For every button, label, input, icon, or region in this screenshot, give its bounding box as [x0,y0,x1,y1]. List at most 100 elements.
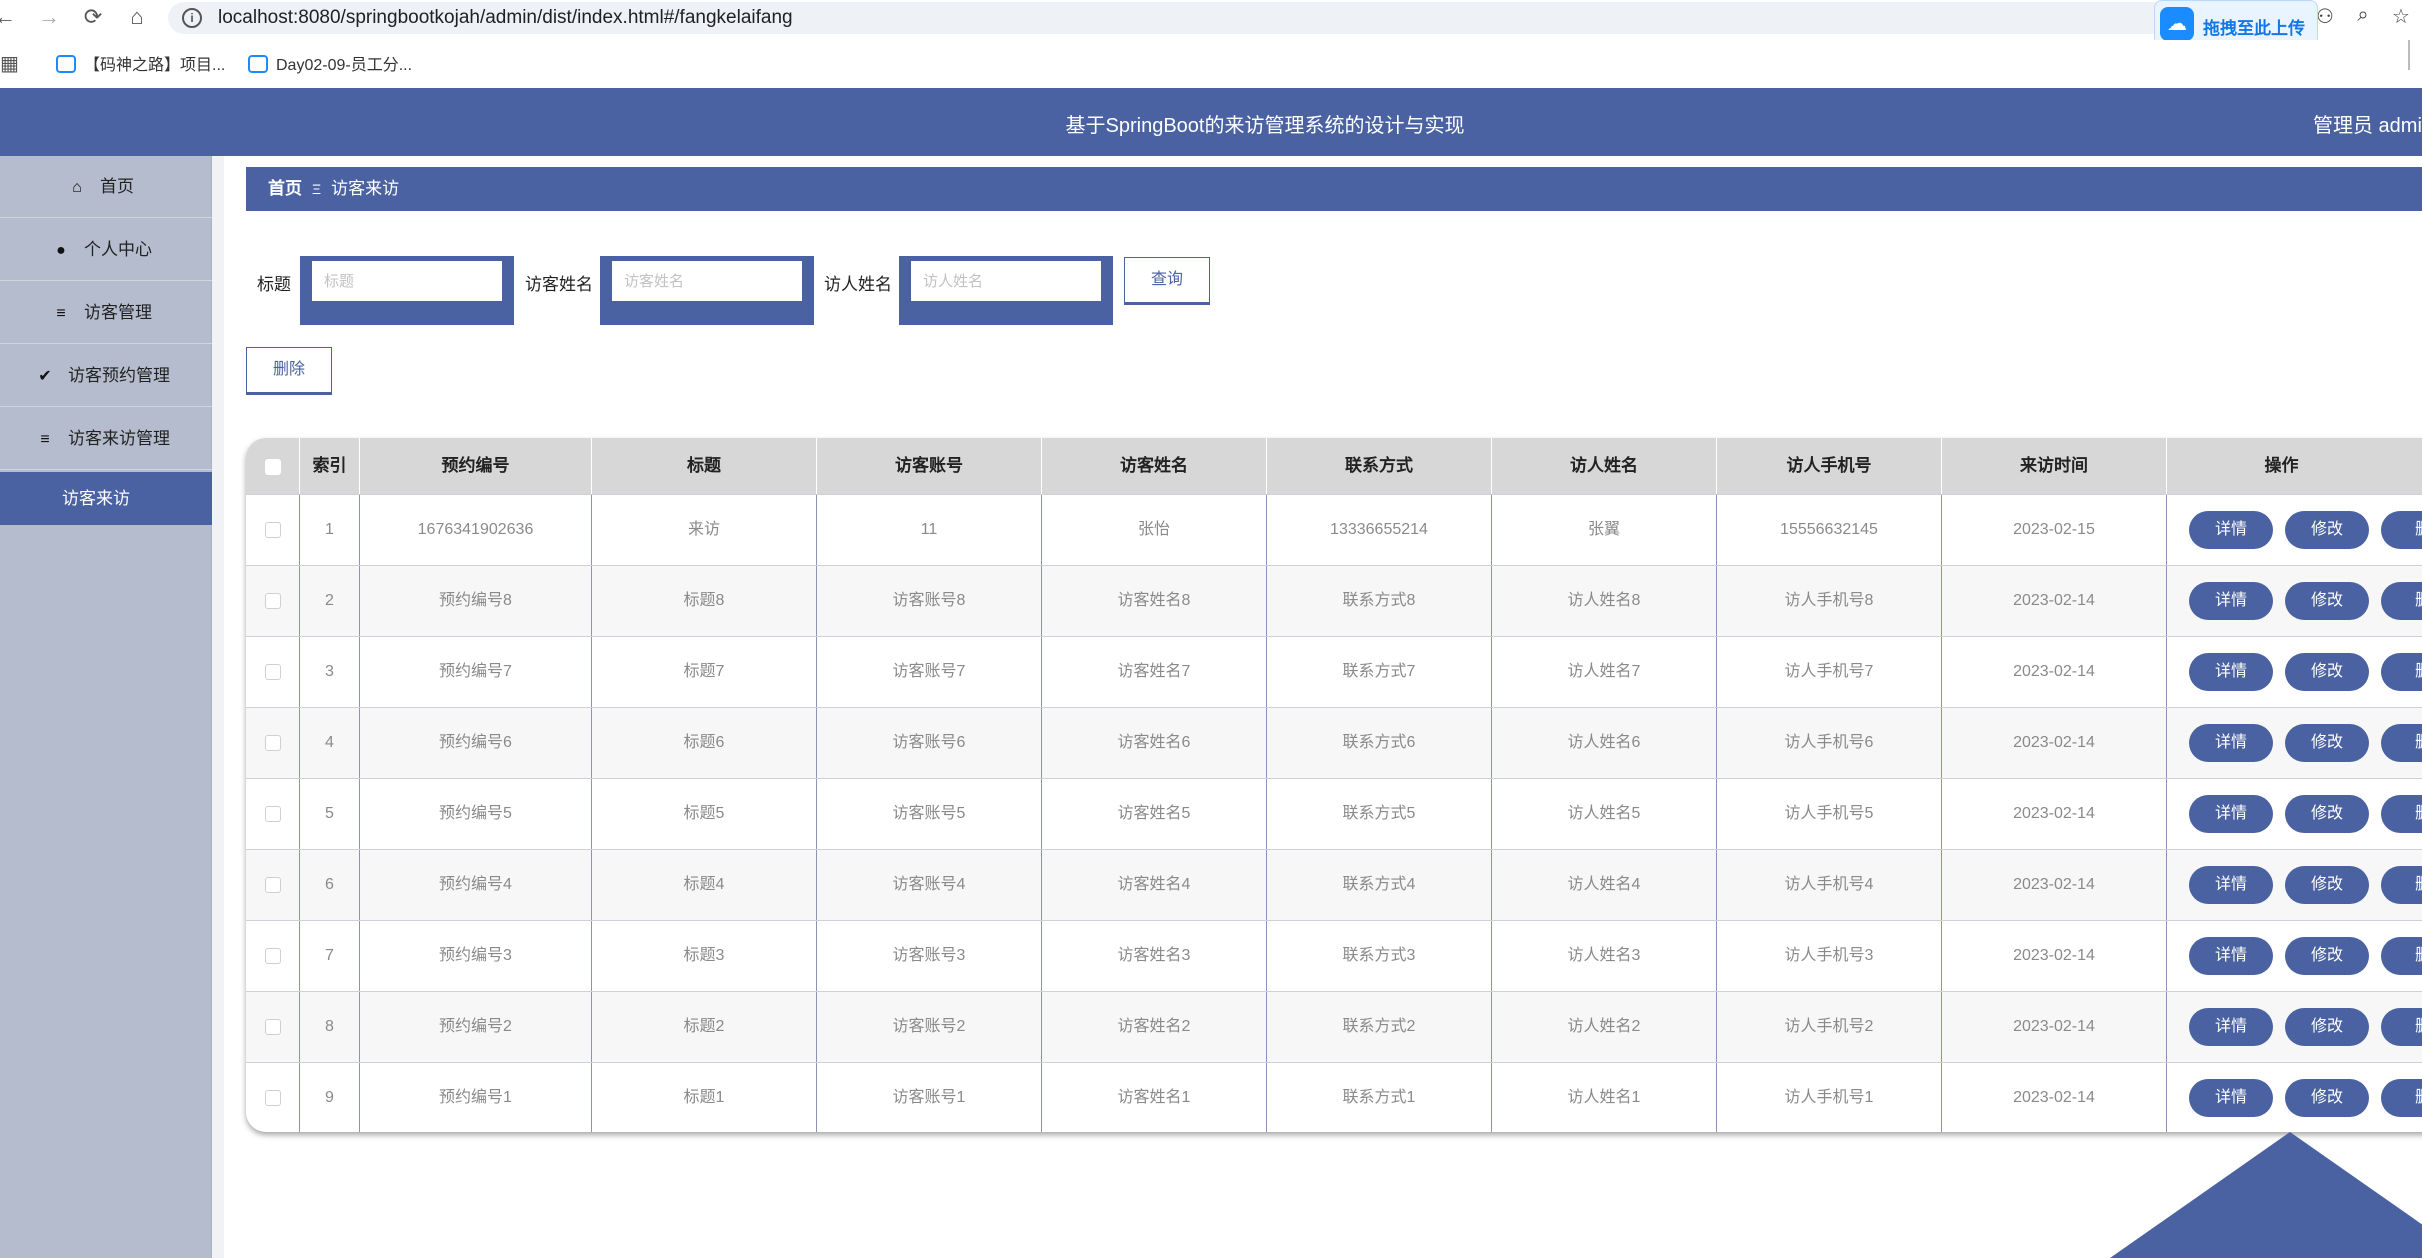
edit-button[interactable]: 修改 [2285,866,2369,904]
bookmark-item[interactable]: Day02-09-员工分... [248,51,412,75]
cell-select[interactable] [246,992,300,1062]
breadcrumb-home[interactable]: 首页 [268,179,302,198]
table-row[interactable]: 9 预约编号1 标题1 访客账号1 访客姓名1 联系方式1 访人姓名1 访人手机号1 2023-… [246,1062,2422,1132]
table-row[interactable]: 3 预约编号7 标题7 访客账号7 访客姓名7 联系方式7 访人姓名7 访人手机号7 2023-… [246,636,2422,707]
bookmark-item[interactable]: 【码神之路】项目... [56,51,225,75]
header-host-phone: 访人手机号 [1717,438,1942,494]
forward-icon[interactable]: → [36,4,62,30]
host-name-input[interactable] [911,261,1101,301]
sidebar-item-visit-management[interactable]: ≡ 访客来访管理 [0,408,212,470]
visitor-name-field-frame [600,256,814,325]
query-button[interactable]: 查询 [1124,257,1210,303]
url-text[interactable]: localhost:8080/springbootkojah/admin/dis… [218,7,793,29]
select-all-checkbox[interactable] [264,458,281,475]
row-checkbox[interactable] [264,663,281,680]
sidebar-item-home[interactable]: ⌂ 首页 [0,156,212,218]
user-label[interactable]: 管理员 admin [2313,109,2422,138]
cell-account: 访客账号4 [817,850,1042,920]
row-delete-button[interactable]: 删 [2381,937,2422,975]
row-checkbox[interactable] [264,592,281,609]
row-checkbox[interactable] [264,947,281,964]
home-icon[interactable]: ⌂ [124,4,150,30]
table-row[interactable]: 4 预约编号6 标题6 访客账号6 访客姓名6 联系方式6 访人姓名6 访人手机号6 2023-… [246,707,2422,778]
cell-host-phone: 访人手机号4 [1717,850,1942,920]
detail-button[interactable]: 详情 [2189,724,2273,762]
row-delete-button[interactable]: 删 [2381,795,2422,833]
cell-visit-time: 2023-02-14 [1942,1063,2167,1132]
sidebar-subitem-visits[interactable]: 访客来访 [0,472,212,525]
back-icon[interactable]: ← [0,4,18,30]
cell-account: 访客账号2 [817,992,1042,1062]
row-checkbox[interactable] [264,1018,281,1035]
cell-select[interactable] [246,566,300,636]
cell-host-name: 访人姓名6 [1492,708,1717,778]
reload-icon[interactable]: ⟳ [80,4,106,30]
cell-booking-no: 预约编号6 [360,708,592,778]
site-info-icon[interactable]: i [182,8,202,28]
row-delete-button[interactable]: 删 [2381,866,2422,904]
detail-button[interactable]: 详情 [2189,937,2273,975]
edit-button[interactable]: 修改 [2285,653,2369,691]
table-row[interactable]: 2 预约编号8 标题8 访客账号8 访客姓名8 联系方式8 访人姓名8 访人手机号8 2023-… [246,565,2422,636]
row-checkbox[interactable] [264,805,281,822]
bookmark-label: 【码神之路】项目... [84,57,226,74]
sidebar-item-profile[interactable]: ● 个人中心 [0,219,212,281]
detail-button[interactable]: 详情 [2189,795,2273,833]
edit-button[interactable]: 修改 [2285,724,2369,762]
detail-button[interactable]: 详情 [2189,582,2273,620]
row-delete-button[interactable]: 删 [2381,511,2422,549]
zoom-icon[interactable]: ⌕ [2350,4,2376,27]
row-checkbox[interactable] [264,734,281,751]
edit-button[interactable]: 修改 [2285,582,2369,620]
address-bar[interactable]: i localhost:8080/springbootkojah/admin/d… [168,2,2168,34]
bookmark-star-icon[interactable]: ☆ [2388,4,2414,29]
detail-button[interactable]: 详情 [2189,511,2273,549]
browser-toolbar: ← → ⟳ ⌂ i localhost:8080/springbootkojah… [0,0,2422,36]
edit-button[interactable]: 修改 [2285,937,2369,975]
row-checkbox[interactable] [264,876,281,893]
row-delete-button[interactable]: 删 [2381,1008,2422,1046]
table-row[interactable]: 7 预约编号3 标题3 访客账号3 访客姓名3 联系方式3 访人姓名3 访人手机号3 2023-… [246,920,2422,991]
cell-index: 4 [300,708,360,778]
cell-title: 标题1 [592,1063,817,1132]
sidebar-item-label: 访客管理 [84,303,152,322]
cell-select[interactable] [246,495,300,565]
edit-button[interactable]: 修改 [2285,511,2369,549]
detail-button[interactable]: 详情 [2189,1008,2273,1046]
cell-title: 标题6 [592,708,817,778]
title-label: 标题 [257,275,291,294]
cell-select[interactable] [246,637,300,707]
row-delete-button[interactable]: 删 [2381,1079,2422,1117]
cell-account: 访客账号7 [817,637,1042,707]
row-checkbox[interactable] [264,1089,281,1106]
title-input[interactable] [312,261,502,301]
cell-select[interactable] [246,850,300,920]
sidebar-item-visitor-management[interactable]: ≡ 访客管理 [0,282,212,344]
edit-button[interactable]: 修改 [2285,1008,2369,1046]
table-row[interactable]: 8 预约编号2 标题2 访客账号2 访客姓名2 联系方式2 访人姓名2 访人手机号2 2023-… [246,991,2422,1062]
table-row[interactable]: 6 预约编号4 标题4 访客账号4 访客姓名4 联系方式4 访人姓名4 访人手机号4 2023-… [246,849,2422,920]
header-select-all[interactable] [246,438,300,494]
row-delete-button[interactable]: 删 [2381,582,2422,620]
scrollbar[interactable] [2408,40,2410,70]
cell-contact: 联系方式7 [1267,637,1492,707]
apps-grid-icon[interactable]: ▦ [0,51,19,76]
row-delete-button[interactable]: 删 [2381,724,2422,762]
table-row[interactable]: 5 预约编号5 标题5 访客账号5 访客姓名5 联系方式5 访人姓名5 访人手机号5 2023-… [246,778,2422,849]
cell-select[interactable] [246,921,300,991]
edit-button[interactable]: 修改 [2285,795,2369,833]
edit-button[interactable]: 修改 [2285,1079,2369,1117]
delete-button[interactable]: 删除 [246,347,332,393]
detail-button[interactable]: 详情 [2189,1079,2273,1117]
detail-button[interactable]: 详情 [2189,653,2273,691]
cell-select[interactable] [246,1063,300,1132]
cell-select[interactable] [246,779,300,849]
cell-select[interactable] [246,708,300,778]
row-delete-button[interactable]: 删 [2381,653,2422,691]
table-row[interactable]: 1 1676341902636 来访 11 张怡 13336655214 张翼 1555663… [246,494,2422,565]
sidebar-item-booking-management[interactable]: ✔ 访客预约管理 [0,345,212,407]
detail-button[interactable]: 详情 [2189,866,2273,904]
cell-index: 7 [300,921,360,991]
visitor-name-input[interactable] [612,261,802,301]
row-checkbox[interactable] [264,521,281,538]
